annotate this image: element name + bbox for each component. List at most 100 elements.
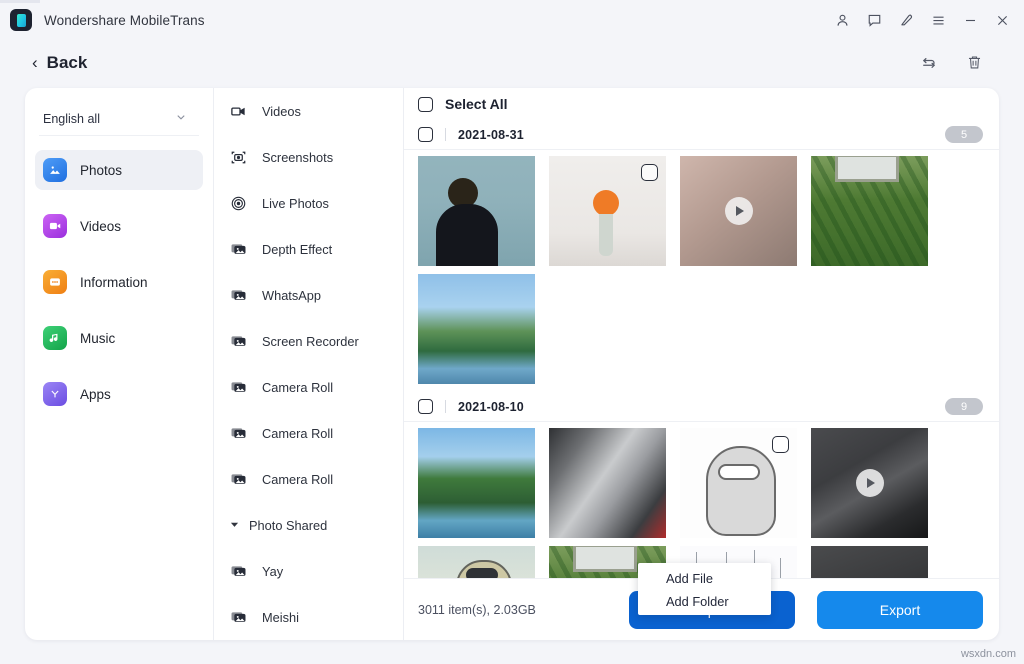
photo-thumbnail[interactable] (811, 156, 928, 266)
videos-icon (43, 214, 67, 238)
album-icon (230, 471, 248, 488)
photo-thumbnail[interactable] (549, 428, 666, 538)
photo-thumbnail[interactable] (418, 274, 535, 384)
category-item-camera-roll-1[interactable]: Camera Roll (214, 374, 403, 400)
category-label: Depth Effect (262, 242, 332, 257)
item-count-label: 3011 item(s), 2.03GB (418, 603, 536, 617)
category-list: Videos Screenshots Live Photos Depth Eff… (214, 88, 404, 640)
video-camera-icon (230, 103, 248, 120)
category-label: Screen Recorder (262, 334, 359, 349)
date-group-checkbox[interactable] (418, 399, 433, 414)
sidebar-nav: Photos Videos Information (25, 142, 213, 414)
date-group-header[interactable]: 2021-08-31 5 (404, 120, 999, 150)
select-all-label: Select All (445, 96, 508, 112)
context-menu-item-add-file[interactable]: Add File (638, 567, 771, 590)
minimize-icon[interactable] (954, 5, 986, 35)
watermark: wsxdn.com (961, 648, 1016, 660)
album-icon (230, 333, 248, 350)
photo-thumbnail[interactable] (418, 546, 535, 578)
sidebar-label-apps: Apps (80, 387, 111, 402)
delete-icon[interactable] (965, 53, 984, 72)
category-item-depth-effect[interactable]: Depth Effect (214, 236, 403, 262)
apps-icon (43, 382, 67, 406)
photo-thumbnail[interactable] (549, 156, 666, 266)
title-bar: Wondershare MobileTrans (0, 0, 1024, 40)
photo-thumbnail[interactable] (418, 428, 535, 538)
category-item-screenshots[interactable]: Screenshots (214, 144, 403, 170)
category-label: Camera Roll (262, 472, 333, 487)
app-title: Wondershare MobileTrans (44, 13, 205, 28)
divider (445, 400, 446, 413)
back-chevron-icon: ‹ (32, 53, 38, 73)
edit-icon[interactable] (890, 5, 922, 35)
photo-grid (404, 150, 999, 392)
language-selector[interactable]: English all (39, 102, 199, 136)
sidebar-item-music[interactable]: Music (35, 318, 203, 358)
chevron-down-icon (175, 110, 187, 128)
category-label: Live Photos (262, 196, 329, 211)
date-group-count-badge: 5 (945, 126, 983, 143)
album-icon (230, 241, 248, 258)
import-context-menu: Add File Add Folder (638, 563, 771, 615)
refresh-icon[interactable] (919, 53, 939, 73)
date-group-checkbox[interactable] (418, 127, 433, 142)
select-all-checkbox[interactable] (418, 97, 433, 112)
sidebar-label-music: Music (80, 331, 115, 346)
thumbnail-checkbox[interactable] (772, 436, 789, 453)
category-group-photo-shared[interactable]: Photo Shared (214, 512, 403, 538)
feedback-icon[interactable] (858, 5, 890, 35)
category-item-live-photos[interactable]: Live Photos (214, 190, 403, 216)
date-group-label: 2021-08-31 (458, 128, 524, 142)
category-label: Screenshots (262, 150, 333, 165)
application-window: Wondershare MobileTrans (0, 0, 1024, 664)
category-item-meishi[interactable]: Meishi (214, 604, 403, 630)
play-icon (856, 469, 884, 497)
video-thumbnail[interactable] (680, 156, 797, 266)
select-all-row[interactable]: Select All (404, 88, 999, 120)
category-label: Camera Roll (262, 380, 333, 395)
date-group-label: 2021-08-10 (458, 400, 524, 414)
header-toolbar (919, 40, 984, 85)
window-controls (826, 0, 1018, 40)
category-item-yay[interactable]: Yay (214, 558, 403, 584)
category-item-videos[interactable]: Videos (214, 98, 403, 124)
menu-icon[interactable] (922, 5, 954, 35)
date-group-count-badge: 9 (945, 398, 983, 415)
photo-grid (404, 422, 999, 578)
page-header: ‹ Back (0, 40, 1024, 85)
category-group-label: Photo Shared (249, 518, 327, 533)
main-panel: English all Photos Videos (25, 88, 999, 640)
album-icon (230, 609, 248, 626)
video-thumbnail[interactable] (811, 546, 928, 578)
context-menu-item-add-folder[interactable]: Add Folder (638, 590, 771, 613)
category-item-whatsapp[interactable]: WhatsApp (214, 282, 403, 308)
album-icon (230, 425, 248, 442)
sidebar-item-apps[interactable]: Apps (35, 374, 203, 414)
album-icon (230, 563, 248, 580)
divider (445, 128, 446, 141)
sidebar-label-photos: Photos (80, 163, 122, 178)
category-label: Videos (262, 104, 301, 119)
sidebar-item-videos[interactable]: Videos (35, 206, 203, 246)
category-item-screen-recorder[interactable]: Screen Recorder (214, 328, 403, 354)
back-button[interactable]: ‹ Back (32, 53, 87, 73)
content-area: Select All 2021-08-31 5 (404, 88, 999, 640)
sidebar: English all Photos Videos (25, 88, 214, 640)
category-item-camera-roll-3[interactable]: Camera Roll (214, 466, 403, 492)
photo-thumbnail[interactable] (418, 156, 535, 266)
sidebar-item-information[interactable]: Information (35, 262, 203, 302)
thumbnail-checkbox[interactable] (641, 164, 658, 181)
photo-thumbnail[interactable] (680, 428, 797, 538)
mobiletrans-app-icon (10, 9, 32, 31)
category-label: WhatsApp (262, 288, 321, 303)
sidebar-item-photos[interactable]: Photos (35, 150, 203, 190)
information-icon (43, 270, 67, 294)
account-icon[interactable] (826, 5, 858, 35)
music-icon (43, 326, 67, 350)
date-group-header[interactable]: 2021-08-10 9 (404, 392, 999, 422)
video-thumbnail[interactable] (811, 428, 928, 538)
export-button[interactable]: Export (817, 591, 983, 629)
category-item-camera-roll-2[interactable]: Camera Roll (214, 420, 403, 446)
sidebar-label-information: Information (80, 275, 148, 290)
close-icon[interactable] (986, 5, 1018, 35)
